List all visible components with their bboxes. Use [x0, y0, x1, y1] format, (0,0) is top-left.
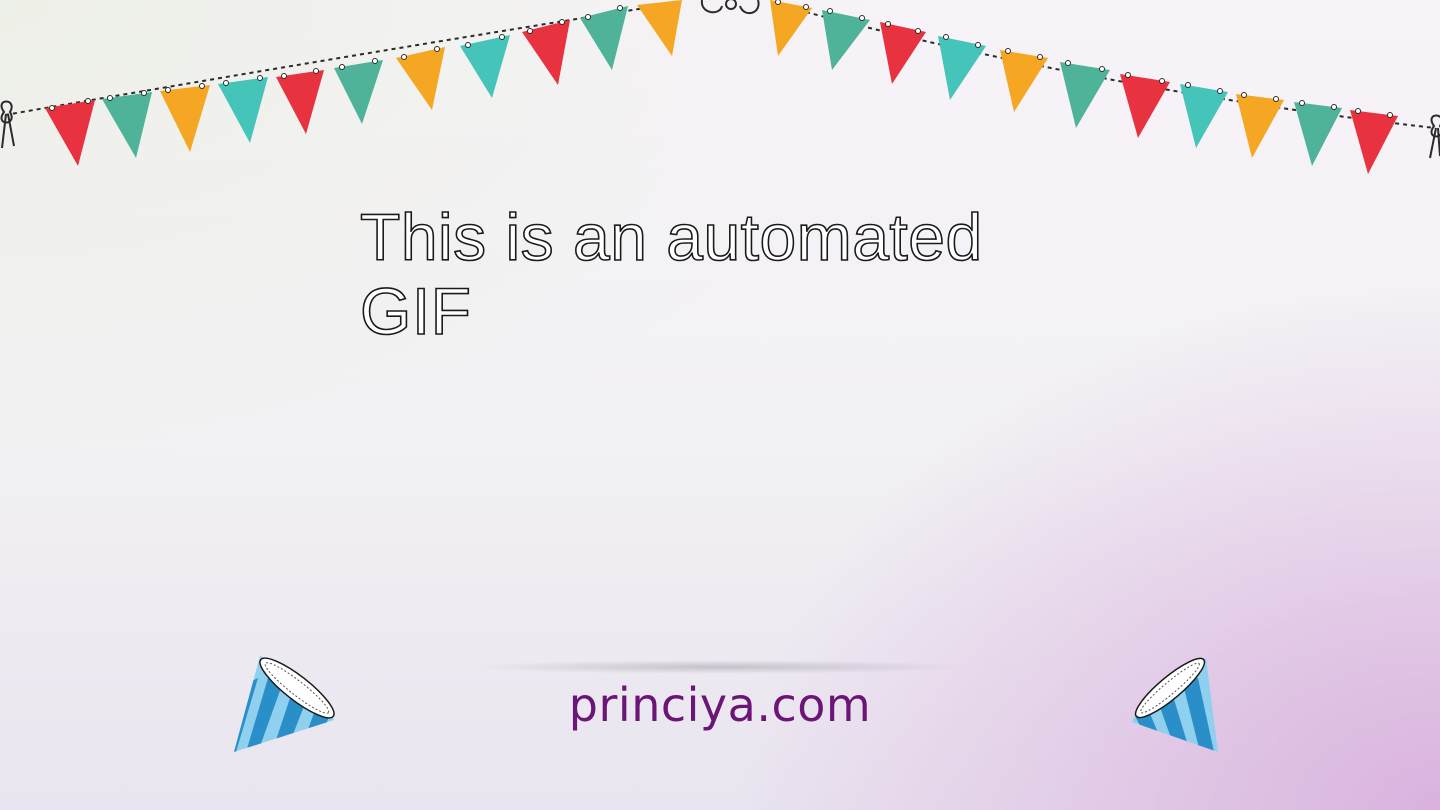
party-hat-icon: [1132, 657, 1218, 752]
footer-shadow: [470, 660, 970, 674]
left-bow-icon: [0, 100, 15, 149]
card-canvas: This is an automated GIF princiya.com: [0, 0, 1440, 810]
party-bunting-icon: [0, 0, 1440, 174]
right-bow-icon: [1429, 114, 1440, 159]
party-hat-icon: [234, 656, 335, 752]
top-knot-icon: [700, 0, 760, 15]
headline-text: This is an automated GIF: [359, 199, 983, 349]
